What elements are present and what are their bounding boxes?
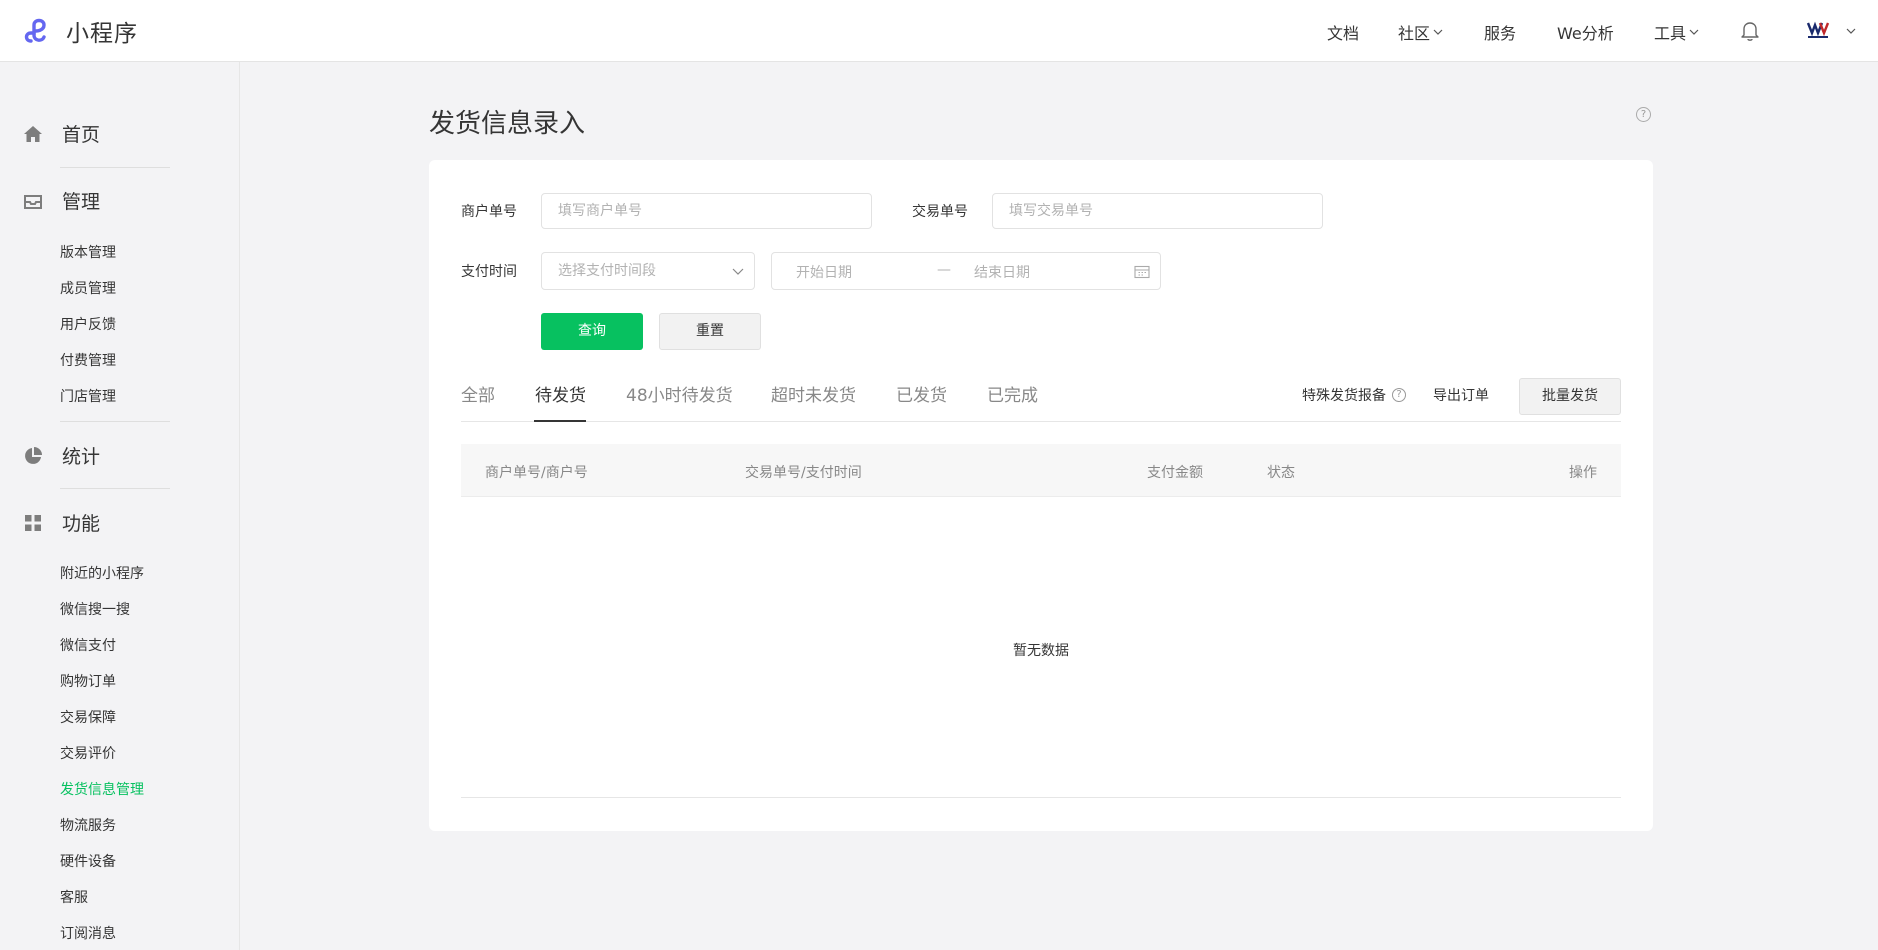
nav-services-label: 服务	[1484, 24, 1517, 43]
sidebar-item-search[interactable]: 微信搜一搜	[60, 599, 130, 619]
sidebar-item-nearby[interactable]: 附近的小程序	[60, 563, 144, 583]
nav-community[interactable]: 社区	[1398, 20, 1443, 44]
table-bottom-divider	[461, 797, 1621, 798]
grid-icon	[25, 514, 41, 531]
sidebar-item-trade-review[interactable]: 交易评价	[60, 743, 116, 763]
column-transaction-time: 交易单号/支付时间	[745, 465, 862, 481]
calendar-icon	[1134, 265, 1150, 279]
query-button[interactable]: 查询	[541, 313, 643, 350]
nav-we-analysis[interactable]: We分析	[1557, 20, 1614, 44]
sidebar-divider	[60, 167, 170, 168]
merchant-order-input[interactable]	[541, 193, 872, 229]
top-header: 小程序 文档 社区 服务 We分析 工具	[0, 0, 1878, 62]
sidebar-item-members[interactable]: 成员管理	[60, 278, 116, 298]
avatar[interactable]	[1806, 19, 1830, 43]
tab-completed[interactable]: 已完成	[987, 381, 1038, 406]
pay-time-label: 支付时间	[461, 264, 517, 280]
help-icon[interactable]: ?	[1636, 107, 1651, 122]
tab-48h-pending[interactable]: 48小时待发货	[626, 381, 733, 406]
sidebar-section-features[interactable]: 功能	[22, 509, 100, 536]
end-date-input[interactable]: 结束日期	[974, 262, 1030, 282]
date-range-picker[interactable]: 开始日期 — 结束日期	[771, 252, 1161, 290]
tab-shipped[interactable]: 已发货	[896, 381, 947, 406]
sidebar-section-manage[interactable]: 管理	[22, 187, 100, 214]
inbox-icon	[24, 194, 42, 209]
active-tab-indicator	[534, 420, 586, 422]
chevron-down-icon	[1689, 29, 1699, 35]
special-report-link[interactable]: 特殊发货报备 ?	[1302, 385, 1406, 405]
sidebar-item-customer-service[interactable]: 客服	[60, 887, 88, 907]
batch-ship-button[interactable]: 批量发货	[1519, 378, 1621, 415]
sidebar-section-manage-label: 管理	[62, 191, 101, 213]
nav-we-analysis-label: We分析	[1557, 24, 1614, 43]
pie-chart-icon	[25, 446, 42, 464]
page-title: 发货信息录入	[429, 109, 586, 139]
sidebar-item-subscription[interactable]: 订阅消息	[60, 923, 116, 943]
sidebar-item-payment[interactable]: 付费管理	[60, 350, 116, 370]
nav-community-label: 社区	[1398, 24, 1431, 43]
chevron-down-icon	[732, 268, 744, 275]
pay-time-select[interactable]: 选择支付时间段	[541, 252, 755, 290]
sidebar-section-stats[interactable]: 统计	[22, 442, 100, 469]
nav-services[interactable]: 服务	[1484, 20, 1516, 44]
sidebar-item-version[interactable]: 版本管理	[60, 242, 116, 262]
sidebar-item-shopping-orders[interactable]: 购物订单	[60, 671, 116, 691]
nav-tools-label: 工具	[1654, 24, 1687, 43]
nav-docs-label: 文档	[1327, 24, 1360, 43]
sidebar-section-features-label: 功能	[62, 513, 101, 535]
export-orders-label: 导出订单	[1433, 388, 1489, 404]
chevron-down-icon[interactable]	[1846, 26, 1856, 36]
sidebar-item-shipping-info[interactable]: 发货信息管理	[60, 779, 144, 799]
reset-button[interactable]: 重置	[659, 313, 761, 350]
sidebar-section-home[interactable]: 首页	[22, 120, 100, 147]
special-report-label: 特殊发货报备	[1302, 388, 1386, 404]
merchant-order-label: 商户单号	[461, 204, 517, 220]
pay-time-select-value: 选择支付时间段	[558, 263, 656, 279]
sidebar-item-trade-guarantee[interactable]: 交易保障	[60, 707, 116, 727]
sidebar-item-wechat-pay[interactable]: 微信支付	[60, 635, 116, 655]
chevron-down-icon	[1433, 29, 1443, 35]
table-header: 商户单号/商户号 交易单号/支付时间 支付金额 状态 操作	[461, 444, 1621, 497]
sidebar-item-feedback[interactable]: 用户反馈	[60, 314, 116, 334]
tab-all[interactable]: 全部	[461, 381, 495, 406]
sidebar-section-home-label: 首页	[62, 124, 101, 146]
tab-pending-shipment[interactable]: 待发货	[535, 381, 586, 406]
nav-tools[interactable]: 工具	[1654, 20, 1699, 44]
main-card: 商户单号 交易单号 支付时间 选择支付时间段 开始日期 — 结束日期 查询 重置…	[429, 160, 1653, 831]
sidebar-item-hardware[interactable]: 硬件设备	[60, 851, 116, 871]
sidebar-item-logistics[interactable]: 物流服务	[60, 815, 116, 835]
logo[interactable]: 小程序	[22, 14, 138, 48]
sidebar-divider	[60, 488, 170, 489]
transaction-number-label: 交易单号	[912, 204, 968, 220]
bell-icon[interactable]	[1740, 20, 1760, 42]
column-merchant-order: 商户单号/商户号	[485, 465, 588, 481]
app-title: 小程序	[66, 21, 138, 47]
empty-state-text: 暂无数据	[1013, 643, 1069, 659]
sidebar-divider	[60, 421, 170, 422]
transaction-number-input[interactable]	[992, 193, 1323, 229]
export-orders-link[interactable]: 导出订单	[1433, 385, 1489, 405]
sidebar: 首页 管理 版本管理 成员管理 用户反馈 付费管理 门店管理 统计 功能 附近的…	[0, 62, 240, 950]
column-actions: 操作	[1569, 465, 1597, 481]
mini-program-logo-icon	[24, 18, 46, 43]
column-status: 状态	[1267, 465, 1295, 481]
sidebar-section-stats-label: 统计	[62, 446, 101, 468]
sidebar-item-stores[interactable]: 门店管理	[60, 386, 116, 406]
column-pay-amount: 支付金额	[1147, 465, 1203, 481]
tabs-divider	[461, 421, 1621, 422]
home-icon	[24, 125, 42, 142]
nav-docs[interactable]: 文档	[1327, 20, 1359, 44]
help-icon[interactable]: ?	[1392, 388, 1406, 402]
date-range-separator: —	[937, 262, 951, 278]
start-date-input[interactable]: 开始日期	[796, 262, 852, 282]
avatar-logo-icon	[1806, 21, 1830, 38]
tab-overdue[interactable]: 超时未发货	[771, 381, 856, 406]
